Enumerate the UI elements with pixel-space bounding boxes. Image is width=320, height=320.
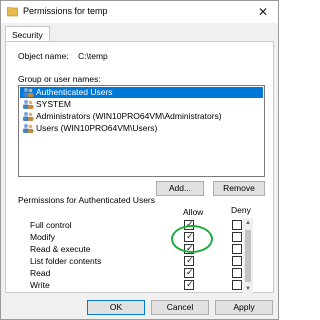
object-name-label: Object name: xyxy=(18,51,69,61)
deny-column-header: Deny xyxy=(231,205,251,215)
close-button[interactable]: ✕ xyxy=(248,1,278,23)
user-item-administrators[interactable]: Administrators (WIN10PRO64VM\Administrat… xyxy=(20,111,263,122)
title-bar[interactable]: Permissions for temp ✕ xyxy=(1,1,278,23)
user-item-label: Authenticated Users xyxy=(36,87,113,97)
permission-row-read: Read ✓ xyxy=(18,267,254,279)
user-item-authenticated-users[interactable]: Authenticated Users xyxy=(20,87,263,98)
permission-row-list-folder-contents: List folder contents ✓ xyxy=(18,255,254,267)
allow-checkbox[interactable]: ✓ xyxy=(184,279,194,290)
permissions-window: Permissions for temp ✕ Security Object n… xyxy=(0,0,279,320)
permission-row-modify: Modify ✓ xyxy=(18,231,254,243)
users-group-icon xyxy=(23,100,34,109)
ok-button[interactable]: OK xyxy=(87,300,145,315)
check-icon: ✓ xyxy=(186,279,194,289)
window-title: Permissions for temp xyxy=(23,6,108,16)
deny-checkbox[interactable] xyxy=(232,220,242,230)
user-item-label: SYSTEM xyxy=(36,99,71,109)
permission-label: Write xyxy=(30,280,50,290)
dialog-footer: OK Cancel Apply xyxy=(1,295,278,319)
deny-checkbox[interactable] xyxy=(232,280,242,290)
user-item-users[interactable]: Users (WIN10PRO64VM\Users) xyxy=(20,123,263,134)
permission-label: Read xyxy=(30,268,51,278)
users-group-icon xyxy=(23,112,34,121)
users-group-icon xyxy=(23,88,34,97)
permissions-list: Full control ✓ Modify ✓ Read & execute ✓… xyxy=(18,218,265,294)
allow-column-header: Allow xyxy=(183,207,204,217)
check-icon: ✓ xyxy=(186,255,194,265)
group-names-label: Group or user names: xyxy=(18,74,101,84)
deny-checkbox[interactable] xyxy=(232,256,242,266)
permission-row-full-control: Full control ✓ xyxy=(18,219,254,231)
permissions-scrollbar[interactable]: ▲ ▼ xyxy=(243,218,253,294)
scroll-thumb[interactable] xyxy=(245,230,251,282)
highlight-circle xyxy=(171,225,213,253)
permission-label: Read & execute xyxy=(30,244,91,254)
permission-label: Full control xyxy=(30,220,72,230)
cancel-button[interactable]: Cancel xyxy=(151,300,209,315)
remove-button[interactable]: Remove xyxy=(213,181,265,196)
object-name-value: C:\temp xyxy=(78,51,108,61)
scroll-down-icon[interactable]: ▼ xyxy=(243,284,253,294)
user-item-label: Users (WIN10PRO64VM\Users) xyxy=(36,123,158,133)
user-list[interactable]: Authenticated Users SYSTEM Administrator… xyxy=(18,85,265,177)
permission-label: List folder contents xyxy=(30,256,102,266)
deny-checkbox[interactable] xyxy=(232,268,242,278)
allow-checkbox[interactable]: ✓ xyxy=(184,267,194,278)
permission-label: Modify xyxy=(30,232,56,242)
allow-checkbox[interactable]: ✓ xyxy=(184,255,194,266)
permission-row-write: Write ✓ xyxy=(18,279,254,291)
permission-row-read-execute: Read & execute ✓ xyxy=(18,243,254,255)
user-item-system[interactable]: SYSTEM xyxy=(20,99,263,110)
permissions-title: Permissions for Authenticated Users xyxy=(18,195,156,205)
deny-checkbox[interactable] xyxy=(232,244,242,254)
security-panel: Object name: C:\temp Group or user names… xyxy=(5,41,274,294)
deny-checkbox[interactable] xyxy=(232,232,242,242)
check-icon: ✓ xyxy=(186,267,194,277)
folder-icon xyxy=(7,7,18,17)
scroll-up-icon[interactable]: ▲ xyxy=(243,218,253,228)
user-item-label: Administrators (WIN10PRO64VM\Administrat… xyxy=(36,111,222,121)
apply-button[interactable]: Apply xyxy=(215,300,273,315)
tab-strip: Security xyxy=(1,23,278,44)
users-group-icon xyxy=(23,124,34,133)
add-button[interactable]: Add... xyxy=(156,181,204,196)
